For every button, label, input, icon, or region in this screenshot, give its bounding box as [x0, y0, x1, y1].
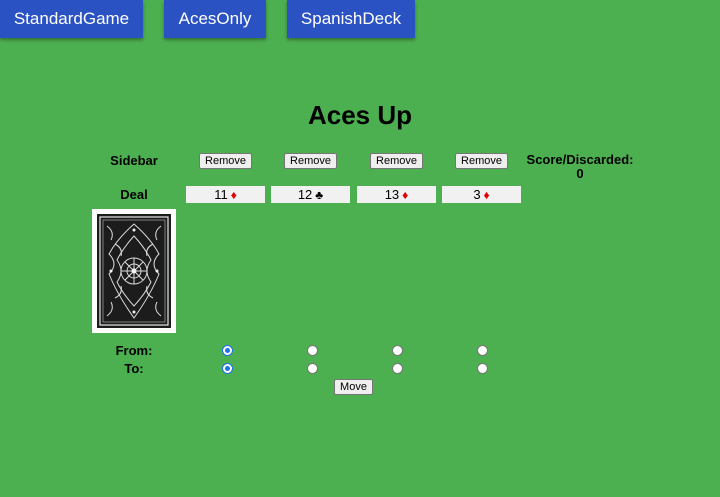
page-title: Aces Up [307, 100, 413, 130]
card-rank: 3 [473, 187, 481, 202]
to-radio-1[interactable] [222, 363, 233, 374]
diamond-suit-icon: ♦ [230, 188, 237, 202]
column-2-top-card: 12 ♣ [271, 186, 350, 203]
score-panel: Score/Discarded: 0 [524, 153, 636, 181]
from-radio-1[interactable] [222, 345, 233, 356]
move-button[interactable]: Move [334, 379, 373, 395]
spanish-deck-button[interactable]: SpanishDeck [287, 0, 415, 38]
club-suit-icon: ♣ [315, 188, 324, 202]
remove-button-2[interactable]: Remove [284, 153, 337, 169]
sidebar-label: Sidebar [110, 153, 158, 168]
diamond-suit-icon: ♦ [402, 188, 409, 202]
deal-label[interactable]: Deal [98, 187, 170, 202]
column-3-top-card: 13 ♦ [357, 186, 436, 203]
from-radio-3[interactable] [392, 345, 403, 356]
column-4-top-card: 3 ♦ [442, 186, 521, 203]
to-radio-4[interactable] [477, 363, 488, 374]
aces-only-button[interactable]: AcesOnly [164, 0, 266, 38]
remove-button-3[interactable]: Remove [370, 153, 423, 169]
remove-button-4[interactable]: Remove [455, 153, 508, 169]
to-radio-2[interactable] [307, 363, 318, 374]
score-value: 0 [576, 166, 584, 181]
standard-game-button[interactable]: StandardGame [0, 0, 143, 38]
score-label: Score/Discarded: [526, 152, 634, 167]
from-radio-2[interactable] [307, 345, 318, 356]
card-back-pattern-icon [97, 214, 171, 328]
deck-card-back[interactable] [92, 209, 176, 333]
to-radio-3[interactable] [392, 363, 403, 374]
from-radio-4[interactable] [477, 345, 488, 356]
diamond-suit-icon: ♦ [483, 188, 490, 202]
column-1-top-card: 11 ♦ [186, 186, 265, 203]
remove-button-1[interactable]: Remove [199, 153, 252, 169]
to-label: To: [124, 361, 144, 376]
card-rank: 11 [214, 187, 228, 202]
card-rank: 13 [384, 187, 400, 202]
card-rank: 12 [297, 187, 313, 202]
from-label: From: [115, 343, 153, 358]
